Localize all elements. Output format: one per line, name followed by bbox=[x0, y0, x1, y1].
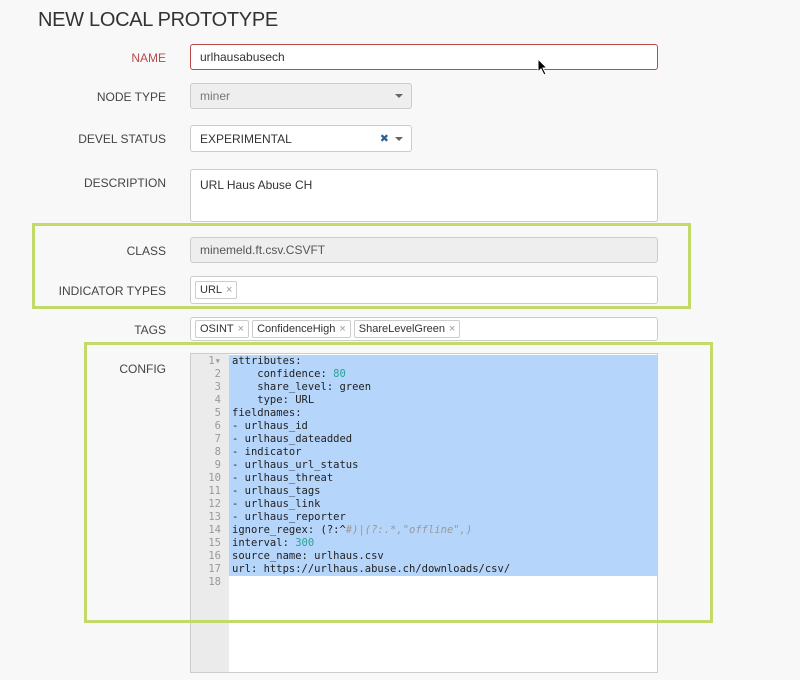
node-type-label: NODE TYPE bbox=[96, 90, 166, 104]
tag-chip: ConfidenceHigh × bbox=[252, 320, 351, 338]
description-value: URL Haus Abuse CH bbox=[200, 178, 313, 192]
devel-status-label: DEVEL STATUS bbox=[78, 132, 166, 146]
remove-tag-icon[interactable]: × bbox=[449, 323, 455, 335]
description-label: DESCRIPTION bbox=[83, 176, 166, 190]
tag-label: ShareLevelGreen bbox=[358, 323, 446, 335]
name-label: NAME bbox=[131, 51, 166, 65]
page-title: NEW LOCAL PROTOTYPE bbox=[38, 9, 278, 31]
tags-input[interactable]: OSINT × ConfidenceHigh × ShareLevelGreen × bbox=[190, 317, 658, 341]
tags-label: TAGS bbox=[134, 323, 166, 337]
chevron-down-icon bbox=[395, 136, 403, 141]
description-textarea[interactable]: URL Haus Abuse CH bbox=[190, 169, 658, 222]
devel-status-select[interactable]: EXPERIMENTAL ✖ bbox=[190, 125, 412, 152]
mouse-cursor-icon bbox=[537, 58, 549, 76]
remove-tag-icon[interactable]: × bbox=[339, 323, 345, 335]
highlight-box-config bbox=[84, 342, 713, 623]
name-input[interactable]: urlhausabusech bbox=[190, 44, 658, 70]
highlight-box-class bbox=[32, 223, 691, 309]
remove-tag-icon[interactable]: × bbox=[238, 323, 244, 335]
chevron-down-icon bbox=[395, 94, 403, 98]
node-type-value: miner bbox=[200, 89, 231, 103]
node-type-select[interactable]: miner bbox=[190, 83, 412, 109]
name-value: urlhausabusech bbox=[200, 50, 285, 64]
tag-label: ConfidenceHigh bbox=[257, 323, 336, 335]
devel-status-value: EXPERIMENTAL bbox=[200, 131, 292, 146]
tag-chip: ShareLevelGreen × bbox=[353, 320, 461, 338]
tag-chip: OSINT × bbox=[195, 320, 250, 338]
tag-label: OSINT bbox=[200, 323, 234, 335]
clear-icon[interactable]: ✖ bbox=[380, 132, 389, 145]
